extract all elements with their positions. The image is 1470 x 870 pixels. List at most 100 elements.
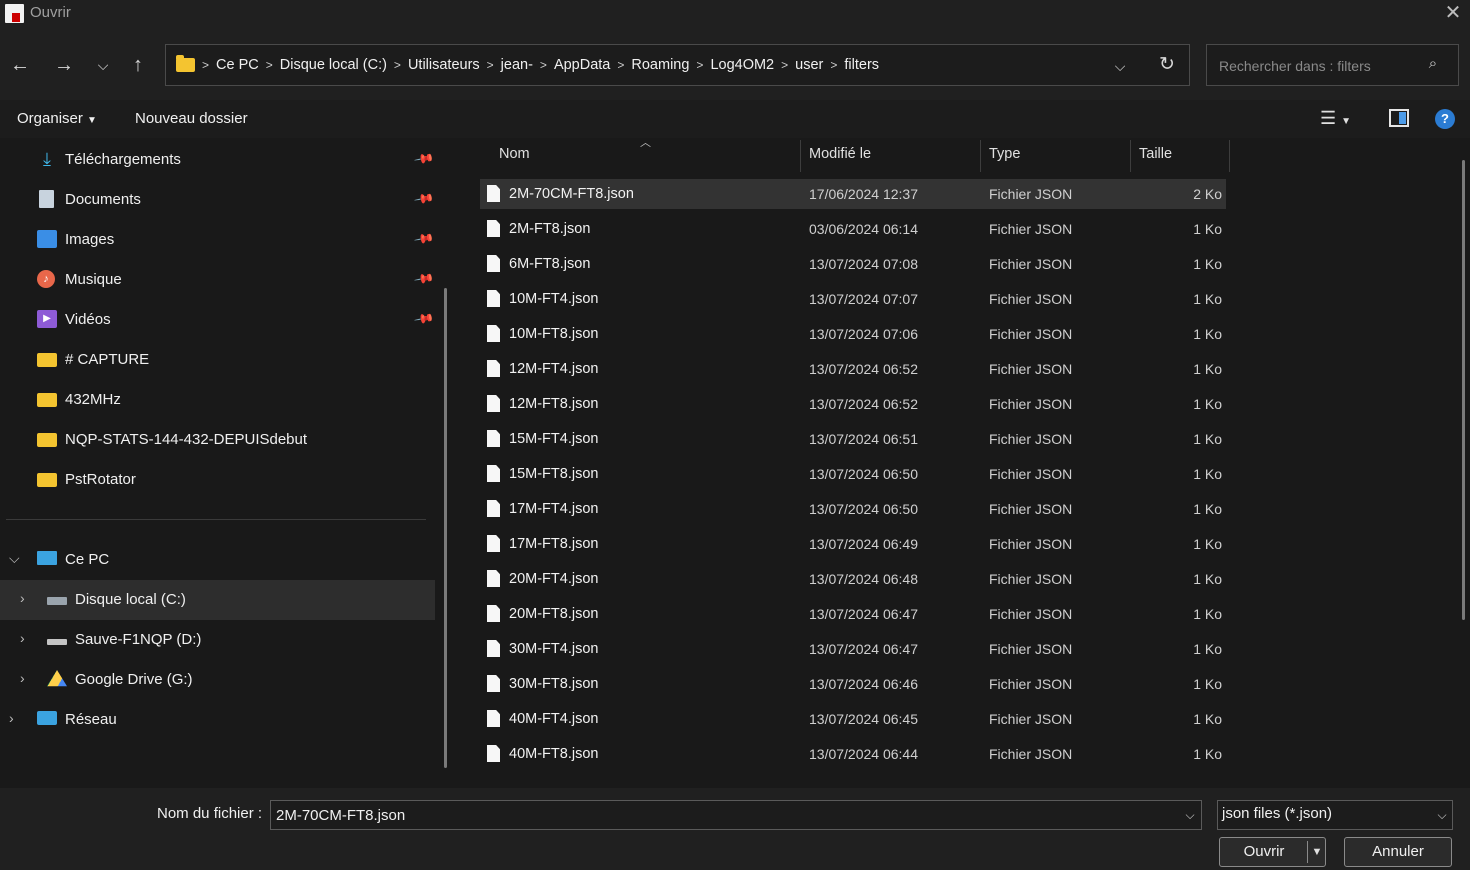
view-options-icon[interactable]: ☰ ▼ <box>1320 108 1366 130</box>
column-divider[interactable] <box>800 140 801 172</box>
breadcrumb-item[interactable]: Roaming <box>627 57 693 73</box>
file-row[interactable]: 10M-FT8.json 13/07/2024 07:06 Fichier JS… <box>480 319 1226 349</box>
sidebar-item-label: Google Drive (G:) <box>75 670 193 688</box>
chevron-down-icon[interactable]: ⌵ <box>1180 804 1200 826</box>
breadcrumb-item[interactable]: filters <box>840 57 883 73</box>
sidebar-item-drive-c[interactable]: Disque local (C:) <box>47 579 186 619</box>
file-row[interactable]: 15M-FT8.json 13/07/2024 06:50 Fichier JS… <box>480 459 1226 489</box>
sidebar-item-documents[interactable]: Documents <box>37 179 141 219</box>
refresh-icon[interactable]: ↻ <box>1154 52 1180 78</box>
file-row[interactable]: 17M-FT4.json 13/07/2024 06:50 Fichier JS… <box>480 494 1226 524</box>
file-row[interactable]: 17M-FT8.json 13/07/2024 06:49 Fichier JS… <box>480 529 1226 559</box>
file-row[interactable]: 30M-FT4.json 13/07/2024 06:47 Fichier JS… <box>480 634 1226 664</box>
sidebar-item-images[interactable]: Images <box>37 219 114 259</box>
column-header-type[interactable]: Type <box>989 146 1020 162</box>
sidebar-item-label: Disque local (C:) <box>75 590 186 608</box>
file-row[interactable]: 15M-FT4.json 13/07/2024 06:51 Fichier JS… <box>480 424 1226 454</box>
file-row[interactable]: 10M-FT4.json 13/07/2024 07:07 Fichier JS… <box>480 284 1226 314</box>
breadcrumb-separator-icon[interactable]: > <box>827 58 840 72</box>
breadcrumb-item[interactable]: Disque local (C:) <box>276 57 391 73</box>
column-divider[interactable] <box>980 140 981 172</box>
file-row[interactable]: 2M-FT8.json 03/06/2024 06:14 Fichier JSO… <box>480 214 1226 244</box>
sidebar-item-videos[interactable]: ▶ Vidéos <box>37 299 111 339</box>
file-list-scrollbar[interactable] <box>1462 160 1465 620</box>
breadcrumb-separator-icon[interactable]: > <box>778 58 791 72</box>
file-row-selected[interactable]: 2M-70CM-FT8.json 17/06/2024 12:37 Fichie… <box>480 179 1226 209</box>
file-name: 2M-70CM-FT8.json <box>509 186 634 202</box>
up-arrow-icon[interactable]: ↑ <box>125 50 151 80</box>
file-row[interactable]: 6M-FT8.json 13/07/2024 07:08 Fichier JSO… <box>480 249 1226 279</box>
file-row[interactable]: 20M-FT4.json 13/07/2024 06:48 Fichier JS… <box>480 564 1226 594</box>
file-row[interactable]: 30M-FT8.json 13/07/2024 06:46 Fichier JS… <box>480 669 1226 699</box>
cancel-button[interactable]: Annuler <box>1344 837 1452 867</box>
file-icon <box>487 290 500 307</box>
sidebar-item-this-pc[interactable]: Ce PC <box>37 539 109 579</box>
sidebar-item-downloads[interactable]: ⤓ Téléchargements <box>37 139 181 179</box>
preview-pane-icon[interactable] <box>1389 109 1409 127</box>
sidebar-item-capture[interactable]: # CAPTURE <box>37 339 149 379</box>
folder-icon <box>176 55 195 72</box>
search-icon[interactable]: ⌕ <box>1424 55 1442 73</box>
forward-arrow-icon[interactable]: → <box>51 50 77 80</box>
open-options-chevron-icon[interactable]: ▼ <box>1309 843 1325 861</box>
address-dropdown-chevron-icon[interactable]: ⌵ <box>1108 54 1132 78</box>
file-row[interactable]: 12M-FT4.json 13/07/2024 06:52 Fichier JS… <box>480 354 1226 384</box>
file-row[interactable]: 40M-FT8.json 13/07/2024 06:44 Fichier JS… <box>480 739 1226 769</box>
column-divider[interactable] <box>1229 140 1230 172</box>
sidebar-scrollbar[interactable] <box>444 288 447 768</box>
breadcrumb-separator-icon[interactable]: > <box>263 58 276 72</box>
breadcrumb-item[interactable]: user <box>791 57 827 73</box>
chevron-right-icon[interactable]: › <box>20 630 25 646</box>
sidebar-item-nqp-stats[interactable]: NQP-STATS-144-432-DEPUISdebut <box>37 419 307 459</box>
breadcrumb-item[interactable]: AppData <box>550 57 614 73</box>
back-arrow-icon[interactable]: ← <box>7 50 33 80</box>
recent-locations-chevron-icon[interactable]: ⌵ <box>90 50 116 80</box>
breadcrumb-item[interactable]: Ce PC <box>212 57 263 73</box>
organise-menu-button[interactable]: Organiser ▼ <box>17 110 97 127</box>
search-input[interactable] <box>1217 55 1421 77</box>
breadcrumb-separator-icon[interactable]: > <box>391 58 404 72</box>
chevron-right-icon[interactable]: › <box>20 670 25 686</box>
breadcrumb-separator-icon[interactable]: > <box>537 58 550 72</box>
close-icon[interactable]: ✕ <box>1440 2 1466 26</box>
column-divider[interactable] <box>1130 140 1131 172</box>
column-header-modified[interactable]: Modifié le <box>809 146 871 162</box>
breadcrumb-item[interactable]: Utilisateurs <box>404 57 484 73</box>
help-icon[interactable]: ? <box>1435 109 1455 129</box>
sidebar-item-432mhz[interactable]: 432MHz <box>37 379 121 419</box>
new-folder-button[interactable]: Nouveau dossier <box>135 110 248 127</box>
chevron-down-icon[interactable]: ⌵ <box>9 550 20 567</box>
file-size: 1 Ko <box>1193 501 1222 517</box>
chevron-down-icon[interactable]: ⌵ <box>1432 804 1452 826</box>
file-size: 1 Ko <box>1193 676 1222 692</box>
sidebar-item-drive-g[interactable]: Google Drive (G:) <box>47 659 193 699</box>
search-box[interactable] <box>1206 44 1459 86</box>
breadcrumb-separator-icon[interactable]: > <box>199 58 212 72</box>
file-size: 2 Ko <box>1193 186 1222 202</box>
file-row[interactable]: 12M-FT8.json 13/07/2024 06:52 Fichier JS… <box>480 389 1226 419</box>
file-date: 13/07/2024 06:52 <box>809 396 918 412</box>
sidebar-item-network[interactable]: Réseau <box>37 699 117 739</box>
sidebar-item-drive-d[interactable]: Sauve-F1NQP (D:) <box>47 619 201 659</box>
chevron-right-icon[interactable]: › <box>9 710 14 726</box>
breadcrumb-separator-icon[interactable]: > <box>614 58 627 72</box>
column-header-size[interactable]: Taille <box>1139 146 1172 162</box>
breadcrumb-item[interactable]: Log4OM2 <box>706 57 778 73</box>
file-name: 40M-FT8.json <box>509 746 599 762</box>
sidebar-item-music[interactable]: ♪ Musique <box>37 259 122 299</box>
filename-combobox[interactable] <box>270 800 1202 830</box>
sidebar-item-pstrotator[interactable]: PstRotator <box>37 459 136 499</box>
videos-icon: ▶ <box>37 310 57 328</box>
file-size: 1 Ko <box>1193 256 1222 272</box>
file-row[interactable]: 40M-FT4.json 13/07/2024 06:45 Fichier JS… <box>480 704 1226 734</box>
file-name: 15M-FT8.json <box>509 466 599 482</box>
file-row[interactable]: 20M-FT8.json 13/07/2024 06:47 Fichier JS… <box>480 599 1226 629</box>
open-button-label[interactable]: Ouvrir <box>1230 843 1298 860</box>
column-header-name[interactable]: Nom <box>499 146 530 162</box>
chevron-right-icon[interactable]: › <box>20 590 25 606</box>
breadcrumb-separator-icon[interactable]: > <box>693 58 706 72</box>
filename-input[interactable] <box>276 805 1156 825</box>
breadcrumb-item[interactable]: jean- <box>497 57 537 73</box>
file-icon <box>487 605 500 622</box>
breadcrumb-separator-icon[interactable]: > <box>484 58 497 72</box>
